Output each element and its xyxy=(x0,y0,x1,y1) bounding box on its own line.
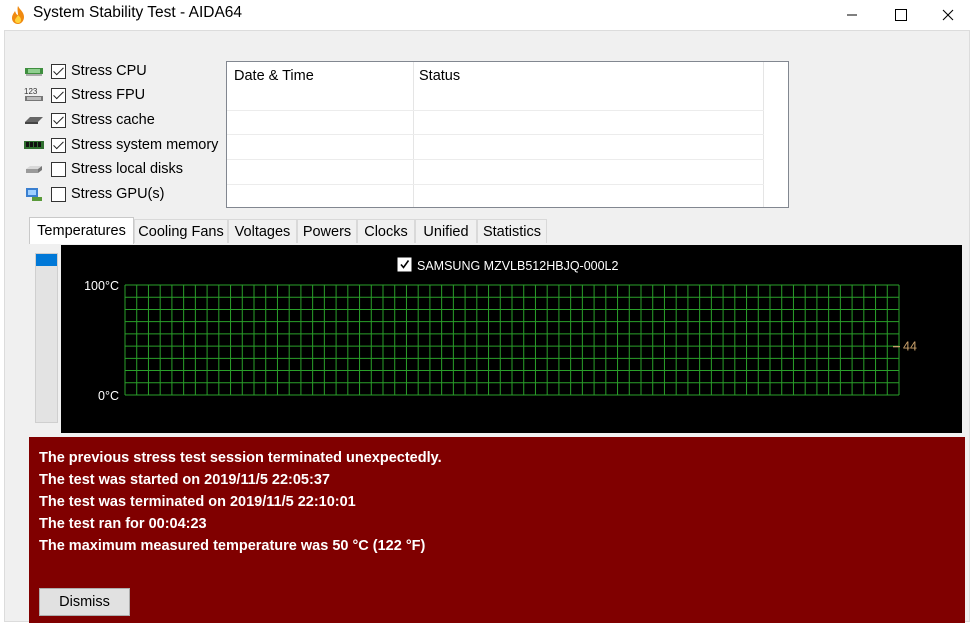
temperature-chart-panel: SAMSUNG MZVLB512HBJQ-000L2 100°C 0°C 44 xyxy=(29,243,965,433)
stress-fpu-label: Stress FPU xyxy=(71,87,146,103)
stress-gpu-label: Stress GPU(s) xyxy=(71,186,165,202)
alert-line-duration: The test ran for 00:04:23 xyxy=(39,516,207,532)
dismiss-button[interactable]: Dismiss xyxy=(39,588,130,616)
stress-disks-option[interactable]: Stress local disks xyxy=(23,158,183,180)
aida64-flame-icon xyxy=(9,5,27,25)
close-icon xyxy=(942,9,954,21)
temperature-chart-svg: SAMSUNG MZVLB512HBJQ-000L2 100°C 0°C 44 xyxy=(84,257,917,403)
stress-fpu-checkbox[interactable] xyxy=(51,87,66,103)
cpu-icon xyxy=(23,62,45,80)
stress-cpu-option[interactable]: Stress CPU xyxy=(23,60,147,82)
cache-icon xyxy=(23,111,45,129)
stress-memory-label: Stress system memory xyxy=(71,137,219,153)
tab-voltages[interactable]: Voltages xyxy=(228,219,297,243)
tab-clocks[interactable]: Clocks xyxy=(357,219,415,243)
stress-fpu-option[interactable]: 123 Stress FPU xyxy=(23,84,145,106)
y-tick-label-min: 0°C xyxy=(98,389,119,403)
stress-cache-option[interactable]: Stress cache xyxy=(23,109,155,131)
stress-disks-label: Stress local disks xyxy=(71,161,184,177)
crash-alert-panel: The previous stress test session termina… xyxy=(29,437,965,623)
table-row xyxy=(227,159,764,160)
title-bar: System Stability Test - AIDA64 xyxy=(0,0,974,30)
series-checkbox xyxy=(397,257,412,272)
stress-cpu-label: Stress CPU xyxy=(71,63,147,79)
minimize-icon xyxy=(847,14,857,16)
alert-line-max-temperature: The maximum measured temperature was 50 … xyxy=(39,538,426,554)
disk-icon xyxy=(23,160,45,178)
stress-cache-checkbox[interactable] xyxy=(51,112,66,128)
memory-icon xyxy=(23,136,45,154)
maximize-button[interactable] xyxy=(878,0,924,30)
tab-cooling-fans[interactable]: Cooling Fans xyxy=(134,219,228,243)
table-row xyxy=(227,184,764,185)
tab-temperatures[interactable]: Temperatures xyxy=(29,217,134,244)
maximize-icon xyxy=(895,9,907,21)
svg-text:123: 123 xyxy=(24,87,38,96)
close-button[interactable] xyxy=(925,0,971,30)
table-row xyxy=(227,134,764,135)
table-row xyxy=(227,110,764,111)
tab-unified[interactable]: Unified xyxy=(415,219,477,243)
fpu-icon: 123 xyxy=(23,86,45,104)
stress-gpu-option[interactable]: Stress GPU(s) xyxy=(23,183,164,205)
stress-memory-checkbox[interactable] xyxy=(51,137,66,153)
chart-scrollbar[interactable] xyxy=(35,253,58,423)
alert-line-terminated: The previous stress test session termina… xyxy=(39,450,442,466)
log-table[interactable]: Date & Time Status xyxy=(226,61,789,208)
date-time-column-header[interactable]: Date & Time xyxy=(234,68,314,84)
stress-cache-label: Stress cache xyxy=(71,112,155,128)
alert-line-started: The test was started on 2019/11/5 22:05:… xyxy=(39,472,330,488)
minimize-button[interactable] xyxy=(829,0,875,30)
y-tick-label-max: 100°C xyxy=(84,279,119,293)
alert-line-terminated-at: The test was terminated on 2019/11/5 22:… xyxy=(39,494,356,510)
chart-scrollbar-thumb[interactable] xyxy=(36,254,57,266)
current-value-label: 44 xyxy=(903,340,917,354)
stress-gpu-checkbox[interactable] xyxy=(51,186,66,202)
status-column-header[interactable]: Status xyxy=(419,68,460,84)
stress-cpu-checkbox[interactable] xyxy=(51,63,66,79)
stress-memory-option[interactable]: Stress system memory xyxy=(23,134,218,156)
stress-disks-checkbox[interactable] xyxy=(51,161,66,177)
window-title: System Stability Test - AIDA64 xyxy=(33,4,243,21)
tab-statistics[interactable]: Statistics xyxy=(477,219,547,243)
window-client-area: Stress CPU 123 Stress FPU Stress cache S… xyxy=(4,30,970,623)
gpu-icon xyxy=(23,185,45,203)
temperature-chart: SAMSUNG MZVLB512HBJQ-000L2 100°C 0°C 44 xyxy=(61,245,962,433)
tab-powers[interactable]: Powers xyxy=(297,219,357,243)
series-legend-label: SAMSUNG MZVLB512HBJQ-000L2 xyxy=(417,259,619,273)
